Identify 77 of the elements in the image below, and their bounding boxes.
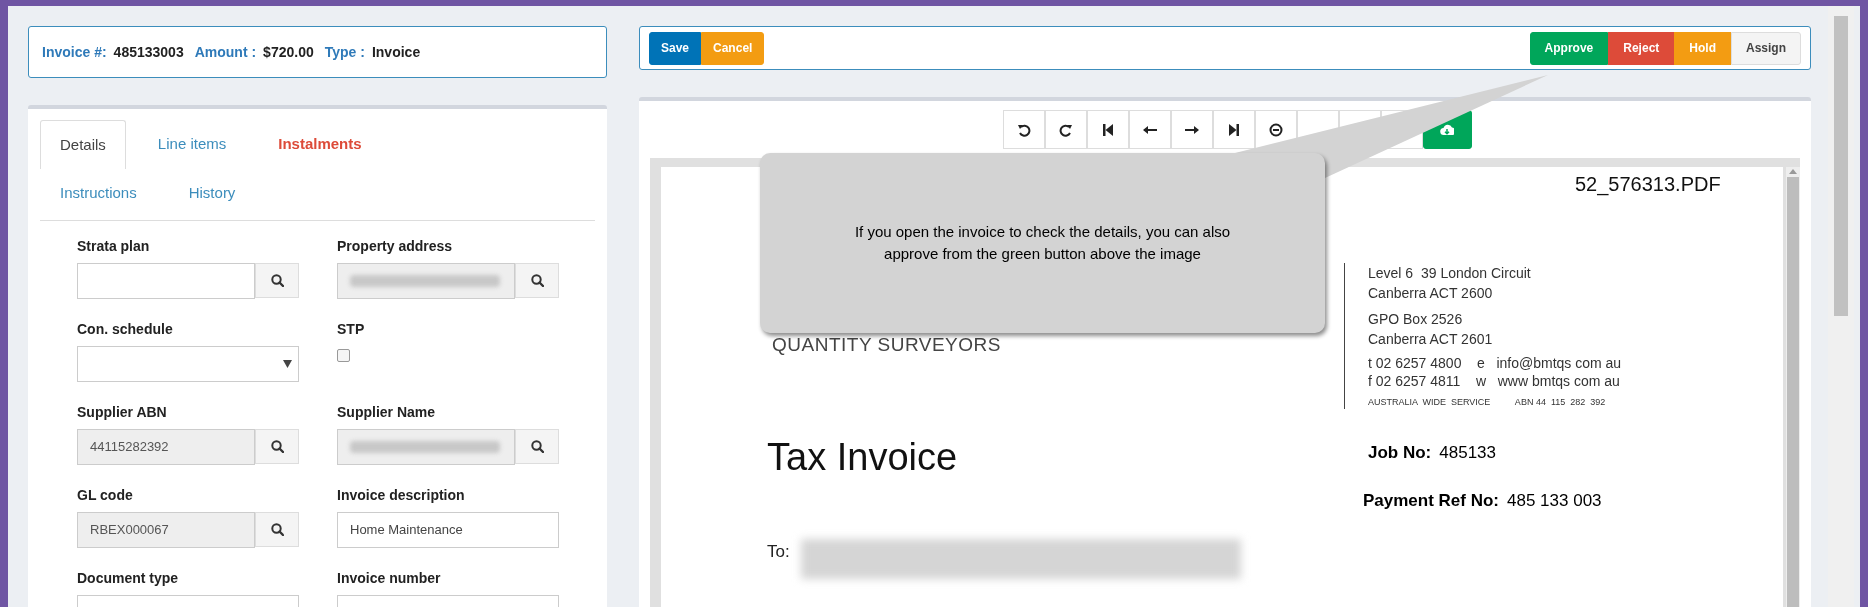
field-value: 485133003 [113,42,184,62]
action-button[interactable]: Reject [1608,31,1675,65]
field-label: STP [337,321,366,338]
tab[interactable]: Line items [137,120,247,170]
action-button[interactable]: Assign [1731,31,1801,65]
tab[interactable]: Instalments [258,120,382,170]
input-field[interactable]: RBEX000067 [77,512,255,549]
select-field[interactable] [77,346,299,383]
field-label: Amount : [194,42,257,62]
field-label: Invoice #: [42,42,107,62]
search-button[interactable] [515,429,559,465]
field-value: 485133 [1439,442,1496,464]
search-icon [530,440,544,454]
field-value: 485 133 003 [1507,490,1602,512]
scrollbar[interactable] [1786,167,1800,607]
window-scrollbar[interactable] [1828,6,1854,607]
input-field[interactable] [77,263,255,300]
field-label: Supplier Name [337,404,437,421]
search-icon [270,523,284,537]
field-label: Con. schedule [77,321,174,338]
toolbar-button[interactable] [1086,110,1129,149]
file-name: 52_576313.PDF [1575,172,1721,198]
input-field[interactable]: Home Maintenance [337,512,559,549]
address-line: t 02 6257 4800 e info@bmtqs com au [1368,354,1622,373]
input-field[interactable] [337,429,515,466]
search-icon [530,274,544,288]
address-line: Canberra ACT 2600 [1368,284,1493,303]
field-label: Invoice description [337,487,466,504]
address-line: GPO Box 2526 [1368,310,1463,329]
address-line: AUSTRALIA WIDE SERVICE ABN 44 115 282 392 [1368,396,1606,409]
search-button[interactable] [515,263,559,299]
toolbar-button[interactable] [1128,110,1171,149]
field-label: Supplier ABN [77,404,168,421]
field-label: GL code [77,487,134,504]
search-icon [270,274,284,288]
field-label: Job No: [1368,442,1432,464]
company-subtitle: QUANTITY SURVEYORS [772,333,1001,357]
toolbar-button[interactable] [1212,110,1255,149]
search-button[interactable] [255,429,299,465]
field-value: Invoice [371,42,421,62]
document-title: Tax Invoice [767,435,958,480]
field-value: RBEX000067 [90,521,169,540]
toolbar-button[interactable] [1044,110,1087,149]
address-line: f 02 6257 4811 w www bmtqs com au [1368,372,1620,391]
field-label: Payment Ref No: [1363,490,1500,512]
toolbar-button[interactable] [1170,110,1213,149]
tab[interactable]: Instructions [40,169,157,219]
address-line: Canberra ACT 2601 [1368,330,1493,349]
action-button[interactable]: Approve [1529,31,1609,65]
toolbar-button[interactable] [1002,110,1045,149]
tab[interactable]: Details [40,120,126,170]
tab[interactable]: History [168,169,256,219]
search-button[interactable] [255,512,299,548]
field-label: Type : [324,42,365,62]
search-button[interactable] [255,263,299,299]
field-label: Property address [337,238,454,255]
rotate-right-icon [1058,122,1073,137]
action-button[interactable]: Cancel [701,31,765,65]
input-field[interactable] [337,263,515,300]
action-button[interactable]: Hold [1674,31,1731,65]
first-page-icon [1100,122,1115,137]
save-button[interactable]: Save [649,31,702,65]
field-value: 44115282392 [90,438,169,457]
field-value: $720.00 [263,42,314,62]
input-field[interactable]: 44115282392 [77,429,255,466]
last-page-icon [1226,122,1241,137]
search-icon [270,440,284,454]
field-label: To: [767,541,790,563]
zoom-out-icon [1268,122,1283,137]
dropdown-caret-icon [283,360,292,369]
address-line: Level 6 39 London Circuit [1368,264,1531,283]
field-label: Document type [77,570,180,587]
cloud-download-icon [1440,122,1454,137]
checkbox[interactable] [337,349,350,363]
field-label: Strata plan [77,238,151,255]
rotate-left-icon [1016,122,1031,137]
field-label: Invoice number [337,570,442,587]
